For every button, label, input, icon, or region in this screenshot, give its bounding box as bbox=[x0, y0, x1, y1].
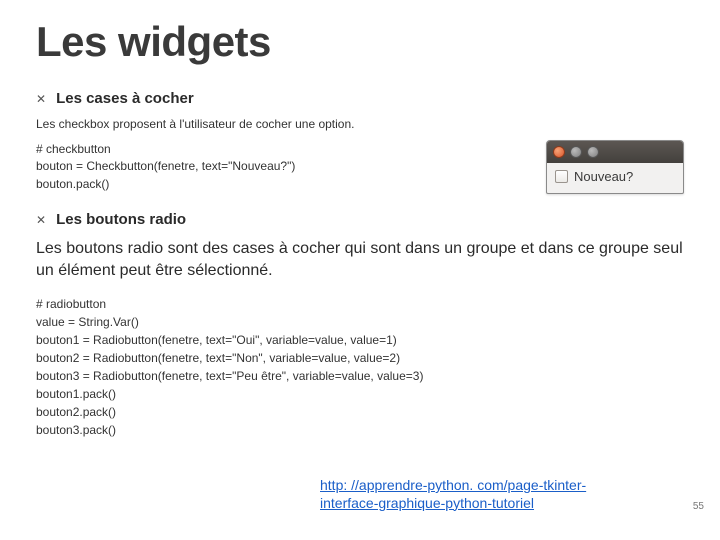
window-minimize-icon[interactable] bbox=[570, 146, 582, 158]
section2-heading-row: ✕ Les boutons radio bbox=[36, 211, 684, 228]
demo-titlebar bbox=[547, 141, 683, 163]
section2-code: # radiobutton value = String.Var() bouto… bbox=[36, 295, 684, 439]
window-close-icon[interactable] bbox=[553, 146, 565, 158]
source-link[interactable]: http: //apprendre-python. com/page-tkint… bbox=[320, 477, 620, 512]
section2-heading: Les boutons radio bbox=[56, 211, 186, 228]
section1-heading-row: ✕ Les cases à cocher bbox=[36, 90, 684, 107]
bullet-icon: ✕ bbox=[36, 214, 46, 226]
checkbutton-demo-window: Nouveau? bbox=[546, 140, 684, 194]
checkbox-input[interactable] bbox=[555, 170, 568, 183]
checkbox-label: Nouveau? bbox=[574, 169, 633, 184]
section1-desc: Les checkbox proposent à l'utilisateur d… bbox=[36, 117, 684, 131]
section1-heading: Les cases à cocher bbox=[56, 90, 194, 107]
page-title: Les widgets bbox=[36, 18, 684, 66]
bullet-icon: ✕ bbox=[36, 93, 46, 105]
window-maximize-icon[interactable] bbox=[587, 146, 599, 158]
demo-body: Nouveau? bbox=[547, 163, 683, 190]
section2-desc: Les boutons radio sont des cases à coche… bbox=[36, 238, 684, 281]
page-number: 55 bbox=[693, 501, 704, 512]
